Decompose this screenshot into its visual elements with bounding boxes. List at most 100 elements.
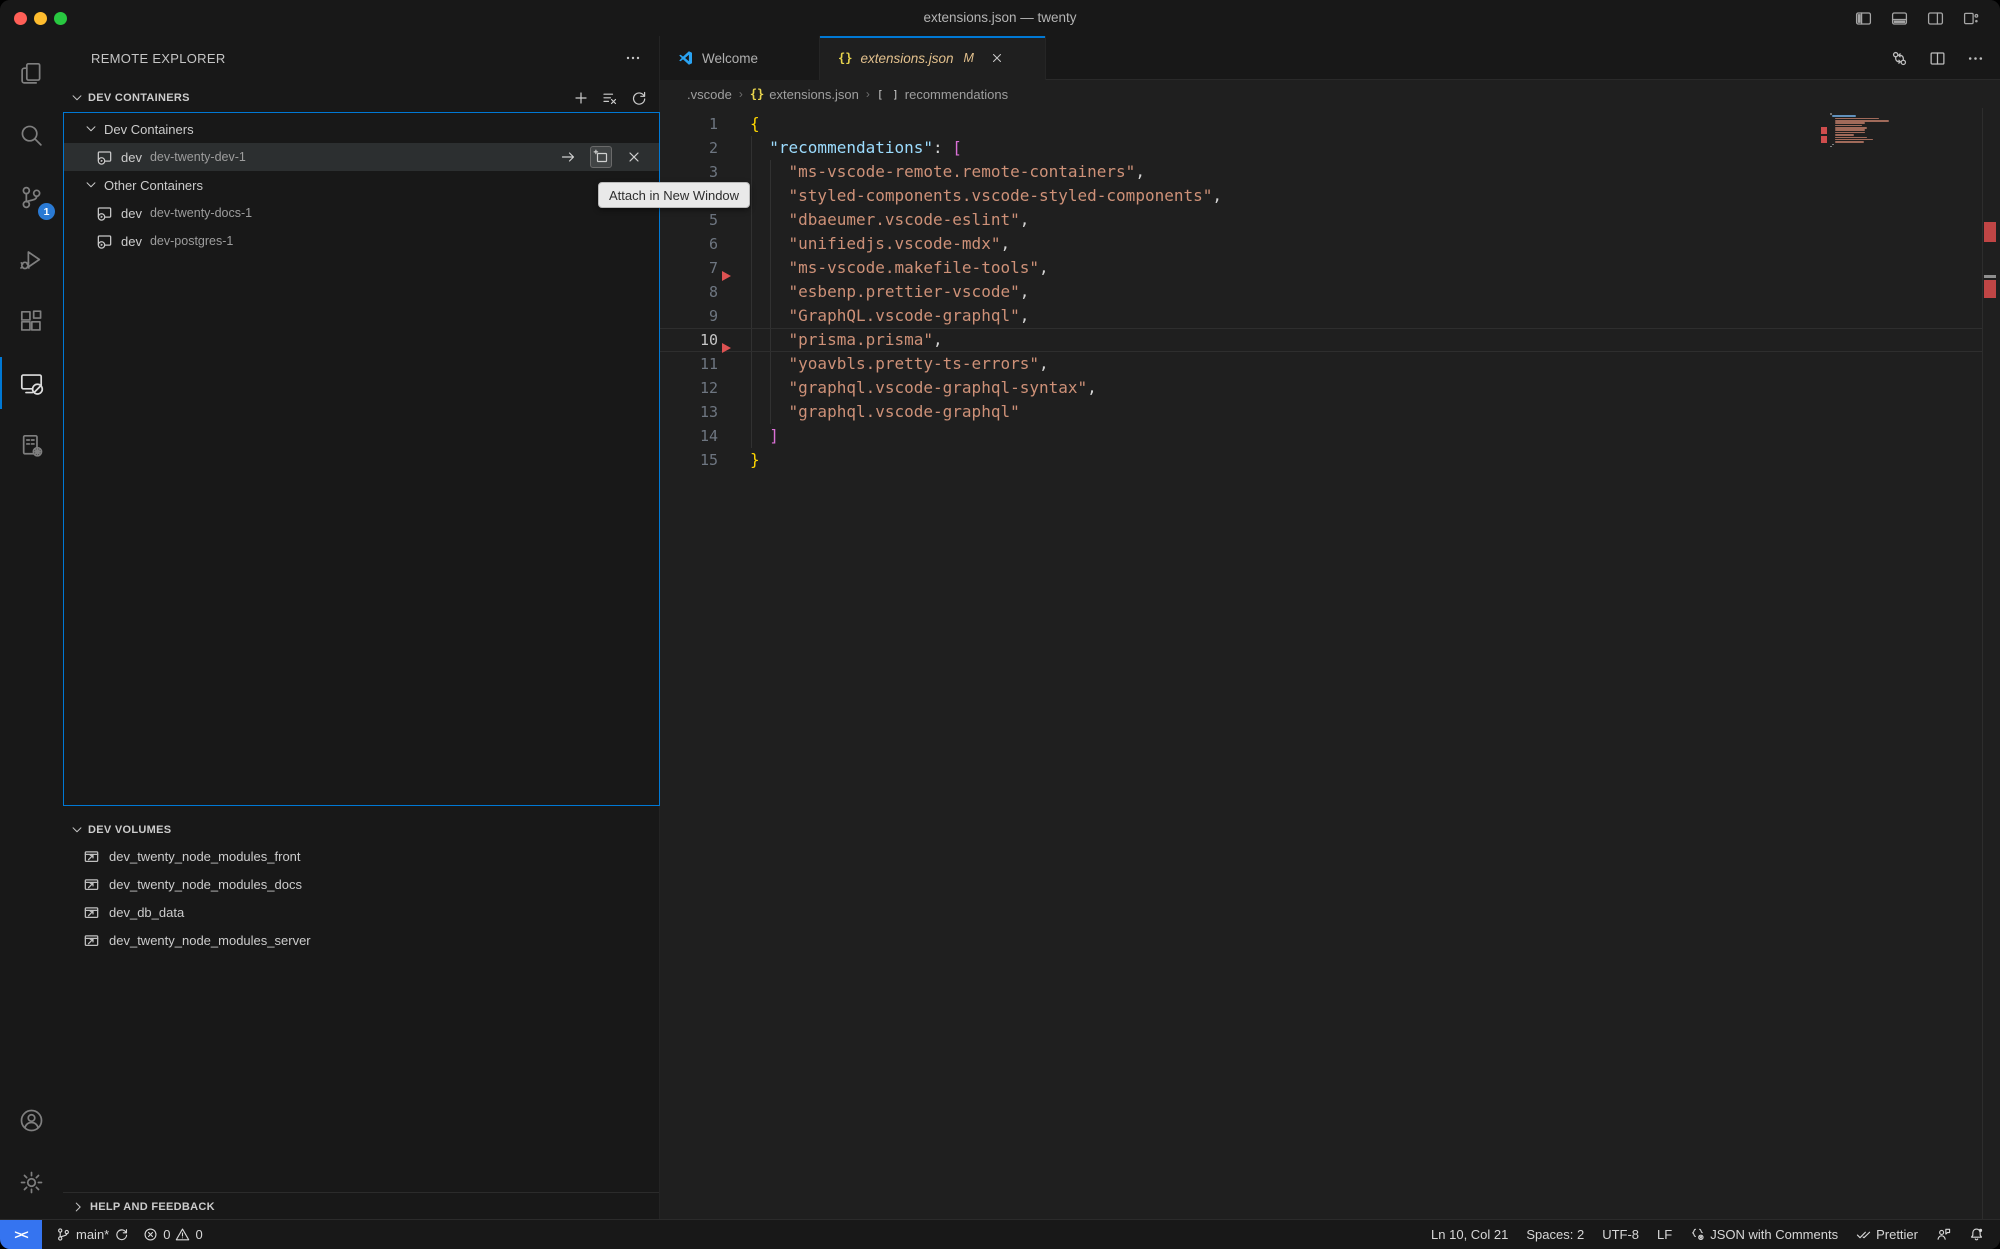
- status-bar: >< main* 00 Ln 10, Col 21 Spaces: 2 UTF-8 LF J…: [0, 1219, 2000, 1249]
- line-content: "GraphQL.vscode-graphql",: [750, 304, 1029, 328]
- status-item-feedback[interactable]: [1936, 1220, 1951, 1249]
- activity-bar-item-run-debug[interactable]: [0, 228, 63, 290]
- container-description: dev-twenty-dev-1: [150, 150, 246, 164]
- breadcrumb-item[interactable]: .vscode: [687, 87, 732, 102]
- status-item-encoding[interactable]: UTF-8: [1602, 1220, 1639, 1249]
- container-item[interactable]: devdev-postgres-1: [64, 227, 659, 255]
- filter-icon[interactable]: [602, 90, 618, 106]
- code-line[interactable]: 12 "graphql.vscode-graphql-syntax",: [660, 376, 1982, 400]
- minimap-line: [1835, 141, 1864, 143]
- line-number[interactable]: 8: [660, 280, 718, 304]
- code-line[interactable]: 14 ]: [660, 424, 1982, 448]
- layout-panel-icon[interactable]: [1891, 10, 1908, 27]
- code-line[interactable]: 3 "ms-vscode-remote.remote-containers",: [660, 160, 1982, 184]
- activity-bar-item-settings[interactable]: [0, 1151, 63, 1213]
- line-number[interactable]: 7: [660, 256, 718, 280]
- tab-welcome[interactable]: Welcome: [660, 36, 820, 80]
- status-item-cursor-position[interactable]: Ln 10, Col 21: [1431, 1220, 1508, 1249]
- line-content: "graphql.vscode-graphql-syntax",: [750, 376, 1097, 400]
- container-description: dev-postgres-1: [150, 234, 233, 248]
- window-title: extensions.json — twenty: [0, 0, 2000, 36]
- more-icon[interactable]: [1967, 50, 1984, 67]
- arrow-right-action[interactable]: [557, 146, 579, 168]
- layout-customize-icon[interactable]: [1963, 10, 1980, 27]
- code-line[interactable]: 13 "graphql.vscode-graphql": [660, 400, 1982, 424]
- line-content: }: [750, 448, 760, 472]
- close-tab-button[interactable]: [990, 51, 1004, 65]
- line-number[interactable]: 15: [660, 448, 718, 472]
- attach-window-icon: [593, 149, 609, 165]
- volume-item[interactable]: dev_twenty_node_modules_docs: [63, 870, 659, 898]
- volume-item[interactable]: dev_twenty_node_modules_server: [63, 926, 659, 954]
- status-item-remote-indicator[interactable]: ><: [0, 1220, 42, 1249]
- code-line[interactable]: 10 "prisma.prisma",: [660, 328, 1982, 352]
- breadcrumb-item[interactable]: {}extensions.json: [750, 87, 859, 102]
- line-number[interactable]: 3: [660, 160, 718, 184]
- activity-bar-item-accounts[interactable]: [0, 1089, 63, 1151]
- indent: [750, 138, 769, 157]
- section-header-help-and-feedback[interactable]: HELP AND FEEDBACK: [63, 1192, 659, 1221]
- close-action[interactable]: [623, 146, 645, 168]
- status-item-problems[interactable]: 00: [143, 1220, 202, 1249]
- activity-bar-item-remote-explorer[interactable]: [0, 352, 63, 414]
- container-item[interactable]: devdev-twenty-dev-1: [64, 143, 659, 171]
- line-number[interactable]: 2: [660, 136, 718, 160]
- layout-sidebar-right-icon[interactable]: [1927, 10, 1944, 27]
- line-number[interactable]: 13: [660, 400, 718, 424]
- status-item-formatter[interactable]: Prettier: [1856, 1220, 1918, 1249]
- container-item[interactable]: devdev-twenty-docs-1: [64, 199, 659, 227]
- section-header-dev-containers[interactable]: DEV CONTAINERS: [63, 84, 659, 112]
- token: "recommendations": [769, 138, 933, 157]
- section-header-dev-volumes[interactable]: DEV VOLUMES: [63, 816, 659, 844]
- tooltip-text: Attach in New Window: [609, 188, 739, 203]
- code-line[interactable]: 8 "esbenp.prettier-vscode",: [660, 280, 1982, 304]
- line-number[interactable]: 5: [660, 208, 718, 232]
- code-line[interactable]: 6 "unifiedjs.vscode-mdx",: [660, 232, 1982, 256]
- code-line[interactable]: 9 "GraphQL.vscode-graphql",: [660, 304, 1982, 328]
- activity-bar-item-containers[interactable]: [0, 414, 63, 476]
- line-number[interactable]: 1: [660, 112, 718, 136]
- code-line[interactable]: 5 "dbaeumer.vscode-eslint",: [660, 208, 1982, 232]
- attach-window-action[interactable]: [590, 146, 612, 168]
- activity-bar-item-search[interactable]: [0, 104, 63, 166]
- line-number[interactable]: 6: [660, 232, 718, 256]
- plus-icon[interactable]: [573, 90, 589, 106]
- line-number[interactable]: 14: [660, 424, 718, 448]
- volume-icon: [83, 848, 100, 865]
- breadcrumb-item[interactable]: [ ]recommendations: [877, 87, 1008, 102]
- status-item-notifications[interactable]: [1969, 1220, 1984, 1249]
- code-editor[interactable]: 1{2 "recommendations": [3 "ms-vscode-rem…: [660, 108, 1982, 472]
- code-line[interactable]: 15}: [660, 448, 1982, 472]
- volume-item[interactable]: dev_db_data: [63, 898, 659, 926]
- code-line[interactable]: 11 "yoavbls.pretty-ts-errors",: [660, 352, 1982, 376]
- line-number[interactable]: 12: [660, 376, 718, 400]
- code-line[interactable]: 7 "ms-vscode.makefile-tools",: [660, 256, 1982, 280]
- refresh-icon[interactable]: [631, 90, 647, 106]
- code-line[interactable]: 4 "styled-components.vscode-styled-compo…: [660, 184, 1982, 208]
- tree-group-row[interactable]: Dev Containers: [64, 115, 659, 143]
- line-content: "graphql.vscode-graphql": [750, 400, 1020, 424]
- code-line[interactable]: 2 "recommendations": [: [660, 136, 1982, 160]
- line-number[interactable]: 11: [660, 352, 718, 376]
- sidebar-more-actions-icon[interactable]: [625, 50, 641, 66]
- code-line[interactable]: 1{: [660, 112, 1982, 136]
- tab-extensions-json[interactable]: {}extensions.jsonM: [820, 36, 1046, 80]
- line-number[interactable]: 10: [660, 328, 718, 352]
- array-icon: [ ]: [877, 88, 900, 101]
- editor-body[interactable]: 1{2 "recommendations": [3 "ms-vscode-rem…: [660, 108, 2000, 1219]
- activity-bar-item-explorer[interactable]: [0, 42, 63, 104]
- row-actions: [557, 146, 645, 168]
- token: "yoavbls.pretty-ts-errors": [789, 354, 1039, 373]
- volume-item[interactable]: dev_twenty_node_modules_front: [63, 842, 659, 870]
- line-number[interactable]: 9: [660, 304, 718, 328]
- status-item-indentation[interactable]: Spaces: 2: [1526, 1220, 1584, 1249]
- activity-bar-item-source-control[interactable]: 1: [0, 166, 63, 228]
- split-editor-icon[interactable]: [1929, 50, 1946, 67]
- status-item-eol[interactable]: LF: [1657, 1220, 1672, 1249]
- compare-icon[interactable]: [1891, 50, 1908, 67]
- status-item-language-mode[interactable]: JSON with Comments: [1690, 1220, 1838, 1249]
- status-item-git-branch[interactable]: main*: [56, 1220, 129, 1249]
- tree-group-row[interactable]: Other Containers: [64, 171, 659, 199]
- layout-sidebar-left-icon[interactable]: [1855, 10, 1872, 27]
- activity-bar-item-extensions[interactable]: [0, 290, 63, 352]
